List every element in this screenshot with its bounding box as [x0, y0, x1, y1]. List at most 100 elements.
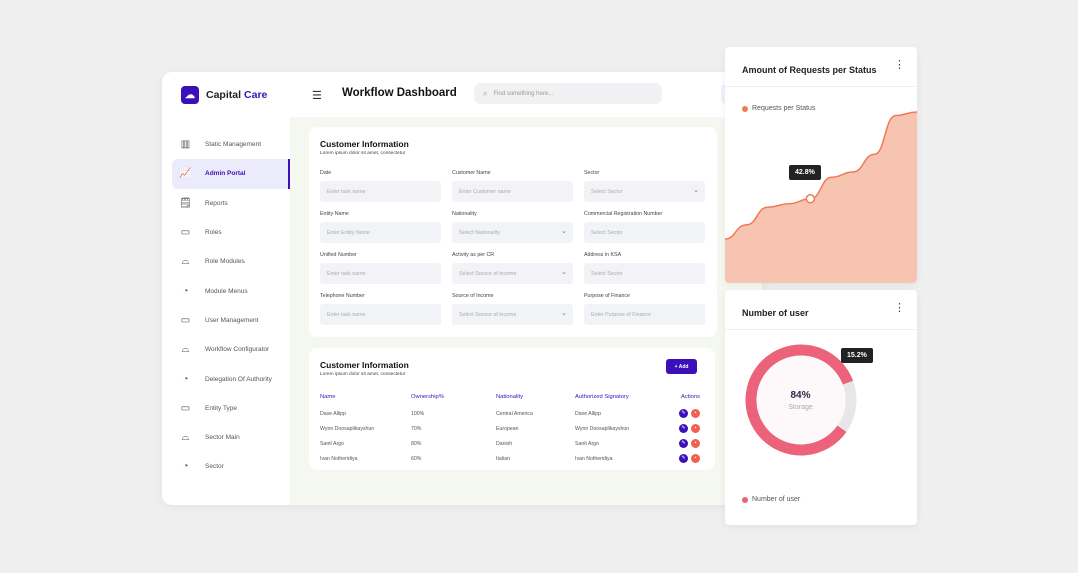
column-header: Name: [320, 393, 336, 400]
field-placeholder: Select Sector: [591, 270, 623, 277]
delete-icon[interactable]: ▪: [691, 424, 700, 433]
sidebar-item-label: Role Modules: [205, 258, 245, 266]
table-row: Wynn Doosaplikayshun 70% European Wynn Doos…: [320, 421, 700, 436]
delete-icon[interactable]: ▪: [691, 454, 700, 463]
calendar-icon: ▭: [180, 227, 191, 239]
table-cell: Dave Allipp: [320, 410, 346, 417]
table-cell: Santi Argo: [575, 440, 599, 447]
menu-icon[interactable]: ☰: [312, 89, 322, 102]
cloche-icon: ⌓: [181, 344, 190, 356]
table-cell: Dave Allipp: [575, 410, 601, 417]
field-placeholder: Select Source of income: [459, 270, 517, 277]
brand-logo[interactable]: ☁ Capital Care: [181, 86, 267, 104]
field-label: Address in KSA: [584, 252, 622, 258]
text-input[interactable]: Enter Purpose of Finance: [584, 304, 705, 325]
data-point[interactable]: [805, 194, 816, 204]
sidebar-item[interactable]: ◔ Sector: [172, 452, 290, 481]
add-button[interactable]: + Add: [666, 359, 697, 374]
text-input[interactable]: Select Sector: [584, 263, 705, 284]
sidebar-item[interactable]: ◔ Delegation Of Authority: [172, 364, 290, 393]
page-title: Workflow Dashboard: [342, 87, 457, 99]
field-label: Purpose of Finance: [584, 293, 630, 299]
chart-tooltip: 42.8%: [789, 165, 821, 180]
column-header: Nationality: [496, 393, 524, 400]
form-field: Source of Income Select Source of income ⌄: [452, 293, 573, 325]
edit-icon[interactable]: ✎: [679, 439, 688, 448]
field-placeholder: Enter task name: [327, 188, 366, 195]
sidebar-item[interactable]: ⌓ Role Modules: [172, 247, 290, 276]
text-input[interactable]: Enter Entity Name: [320, 222, 441, 243]
field-placeholder: Enter Entity Name: [327, 229, 370, 236]
select-input[interactable]: Select Source of income ⌄: [452, 304, 573, 325]
sidebar-item[interactable]: ▭ Entity Type: [172, 394, 290, 423]
table-cell: Danish: [496, 440, 513, 447]
table-cell: Italian: [496, 455, 510, 462]
logo-icon: ☁: [181, 86, 199, 104]
brand-name-1: Capital: [206, 89, 242, 101]
customer-form-card: Customer Information Lorem ipsum dolor s…: [309, 127, 717, 337]
sidebar-item[interactable]: ▭ User Management: [172, 306, 290, 335]
form-field: Unified Number Enter task name: [320, 252, 441, 284]
calendar-icon: ▭: [180, 314, 191, 326]
text-input[interactable]: Select Sector: [584, 222, 705, 243]
text-input[interactable]: Enter Customer name: [452, 181, 573, 202]
field-placeholder: Select Sector: [591, 229, 623, 236]
select-input[interactable]: Select Sector ⌄: [584, 181, 705, 202]
sidebar-item-label: Delegation Of Authority: [205, 375, 272, 383]
table-cell: Ivan Notheridiya: [575, 455, 613, 462]
delete-icon[interactable]: ▪: [691, 409, 700, 418]
delete-icon[interactable]: ▪: [691, 439, 700, 448]
sidebar-item[interactable]: 📈 Admin Portal: [172, 159, 290, 189]
select-input[interactable]: Select Nationality ⌄: [452, 222, 573, 243]
table-subtitle: Lorem ipsum dolor sit amet, consectetur: [320, 372, 406, 377]
sidebar-item-label: Roles: [205, 229, 222, 237]
sidebar-item-label: Static Management: [205, 141, 262, 149]
form-field: Commercial Registration Number Select Sec…: [584, 211, 705, 243]
sidebar-item-label: Entity Type: [205, 404, 238, 412]
table-cell: 60%: [411, 455, 422, 462]
form-field: Telephone Number Enter task name: [320, 293, 441, 325]
form-field: Entity Name Enter Entity Name: [320, 211, 441, 243]
sidebar-item-label: Reports: [205, 199, 228, 207]
table-row: Ivan Notheridiya 60% Italian Ivan Notheridi…: [320, 451, 700, 466]
sidebar-item[interactable]: ◔ Module Menus: [172, 276, 290, 305]
app-window: ☁ Capital Care ▥ Static Management 📈 Admin P…: [162, 72, 762, 505]
sidebar-item-label: Sector Main: [205, 434, 240, 442]
requests-status-card: Amount of Requests per Status ⋮ Requests…: [725, 47, 917, 283]
search-placeholder: Find something here...: [493, 90, 554, 97]
edit-icon[interactable]: ✎: [679, 409, 688, 418]
text-input[interactable]: Enter task name: [320, 304, 441, 325]
field-label: Commercial Registration Number: [584, 211, 663, 217]
sidebar-item[interactable]: ▭ Roles: [172, 218, 290, 247]
sidebar-nav: ▥ Static Management 📈 Admin Portal 🗒 Reports ▭…: [172, 130, 290, 482]
field-placeholder: Enter task name: [327, 311, 366, 318]
table-cell: Wynn Doosaplikayshun: [320, 425, 375, 432]
form-title: Customer Information: [320, 139, 409, 149]
sidebar-item-label: Admin Portal: [205, 170, 246, 178]
sidebar-item[interactable]: ▥ Static Management: [172, 130, 290, 159]
sidebar-item[interactable]: ⌓ Sector Main: [172, 423, 290, 452]
field-label: Date: [320, 170, 332, 176]
bar-chart-icon: ▥: [180, 139, 191, 151]
sidebar-item[interactable]: ⌓ Workflow Configurator: [172, 335, 290, 364]
field-label: Customer Name: [452, 170, 491, 176]
donut-center-label: Storage: [788, 404, 813, 411]
sidebar-item-label: User Management: [205, 316, 259, 324]
sidebar-item-label: Module Menus: [205, 287, 248, 295]
field-label: Telephone Number: [320, 293, 365, 299]
search-input[interactable]: ⌕ Find something here...: [474, 83, 662, 104]
text-input[interactable]: Enter task name: [320, 263, 441, 284]
chevron-down-icon: ⌄: [693, 187, 699, 194]
edit-icon[interactable]: ✎: [679, 424, 688, 433]
table-row: Santi Argo 80% Danish Santi Argo ✎ ▪: [320, 436, 700, 451]
select-input[interactable]: Select Source of income ⌄: [452, 263, 573, 284]
pie-chart-icon: ◔: [182, 285, 189, 297]
column-header: Actions: [680, 393, 700, 400]
donut-tooltip: 15.2%: [841, 348, 873, 363]
table-cell: Ivan Notheridiya: [320, 455, 358, 462]
text-input[interactable]: Enter task name: [320, 181, 441, 202]
form-field: Purpose of Finance Enter Purpose of Finan…: [584, 293, 705, 325]
sidebar-item[interactable]: 🗒 Reports: [172, 189, 290, 218]
edit-icon[interactable]: ✎: [679, 454, 688, 463]
table-cell: Wynn Doosaplikayshun: [575, 425, 630, 432]
